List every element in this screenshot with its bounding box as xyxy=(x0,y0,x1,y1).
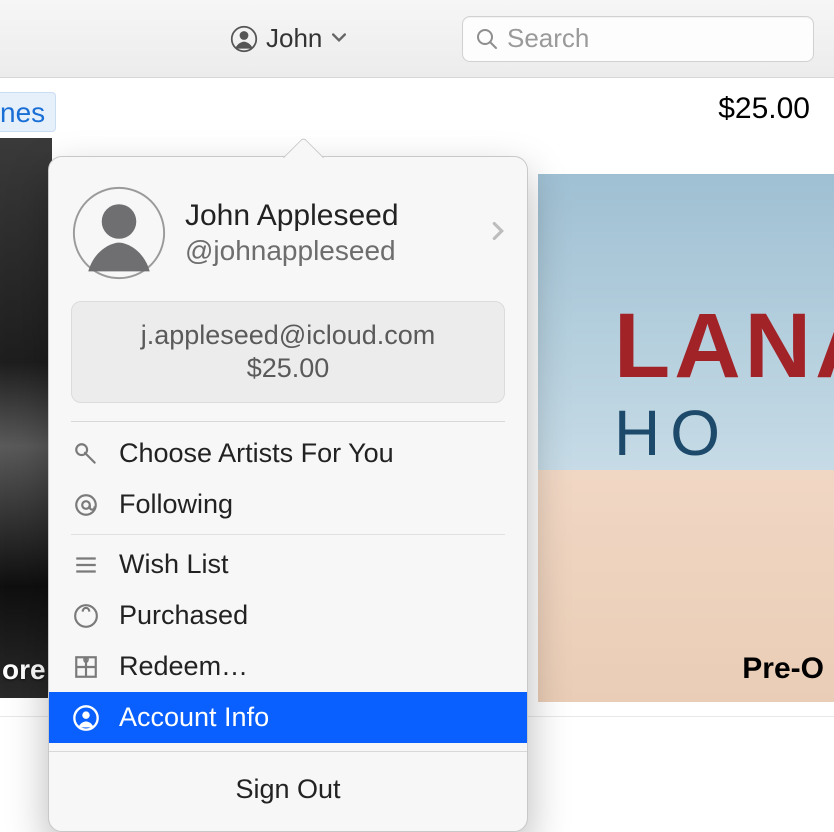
avatar xyxy=(71,185,167,281)
menu-item-wish-list[interactable]: Wish List xyxy=(49,539,527,590)
toolbar: John xyxy=(0,0,834,78)
profile-popover: John Appleseed @johnappleseed j.applesee… xyxy=(48,156,528,832)
menu-item-purchased[interactable]: Purchased xyxy=(49,590,527,641)
person-circle-icon xyxy=(71,703,101,733)
menu-item-following[interactable]: Following xyxy=(49,479,527,530)
person-circle-icon xyxy=(230,25,258,53)
menu-item-label: Redeem… xyxy=(119,651,248,682)
microphone-icon xyxy=(71,439,101,469)
popover-full-name: John Appleseed xyxy=(185,199,399,233)
menu-item-label: Wish List xyxy=(119,549,229,580)
chevron-down-icon xyxy=(332,30,346,48)
search-icon xyxy=(475,27,499,51)
album-tile[interactable]: LANA D HO Pre-O xyxy=(538,174,834,702)
sign-out-button[interactable]: Sign Out xyxy=(49,751,527,831)
popover-handle: @johnappleseed xyxy=(185,235,399,267)
gift-icon xyxy=(71,652,101,682)
at-sign-icon xyxy=(71,490,101,520)
profile-menu-button[interactable]: John xyxy=(230,23,346,54)
search-field-container[interactable] xyxy=(462,16,814,62)
account-email: j.appleseed@icloud.com xyxy=(82,320,494,351)
store-credit-balance: $25.00 xyxy=(718,92,810,126)
menu-item-label: Purchased xyxy=(119,600,248,631)
store-content: nes ore $25.00 LANA D HO Pre-O John Appl… xyxy=(0,78,834,828)
store-hero-image-partial xyxy=(0,138,52,698)
popover-header[interactable]: John Appleseed @johnappleseed xyxy=(49,157,527,301)
chevron-right-icon xyxy=(491,221,505,246)
popover-name-block: John Appleseed @johnappleseed xyxy=(185,199,399,267)
album-title-partial: LANA D xyxy=(614,305,834,388)
menu-item-label: Following xyxy=(119,489,233,520)
bag-icon xyxy=(71,601,101,631)
list-icon xyxy=(71,550,101,580)
divider xyxy=(71,534,505,535)
preorder-label-partial: Pre-O xyxy=(742,652,824,686)
account-summary-box[interactable]: j.appleseed@icloud.com $25.00 xyxy=(71,301,505,403)
album-art-lower: Pre-O xyxy=(538,470,834,702)
menu-item-account-info[interactable]: Account Info xyxy=(49,692,527,743)
account-balance: $25.00 xyxy=(82,353,494,384)
menu-item-label: Choose Artists For You xyxy=(119,438,394,469)
menu-item-choose-artists[interactable]: Choose Artists For You xyxy=(49,428,527,479)
popover-menu: Choose Artists For You Following Wish Li… xyxy=(49,422,527,743)
search-input[interactable] xyxy=(507,23,801,54)
album-art-upper: LANA D HO xyxy=(538,174,834,470)
partial-tab-label[interactable]: nes xyxy=(0,92,56,132)
album-subtitle-partial: HO xyxy=(614,396,730,470)
profile-short-name: John xyxy=(266,23,322,54)
menu-item-redeem[interactable]: Redeem… xyxy=(49,641,527,692)
store-hero-caption-partial: ore xyxy=(0,652,52,692)
menu-item-label: Account Info xyxy=(119,702,269,733)
